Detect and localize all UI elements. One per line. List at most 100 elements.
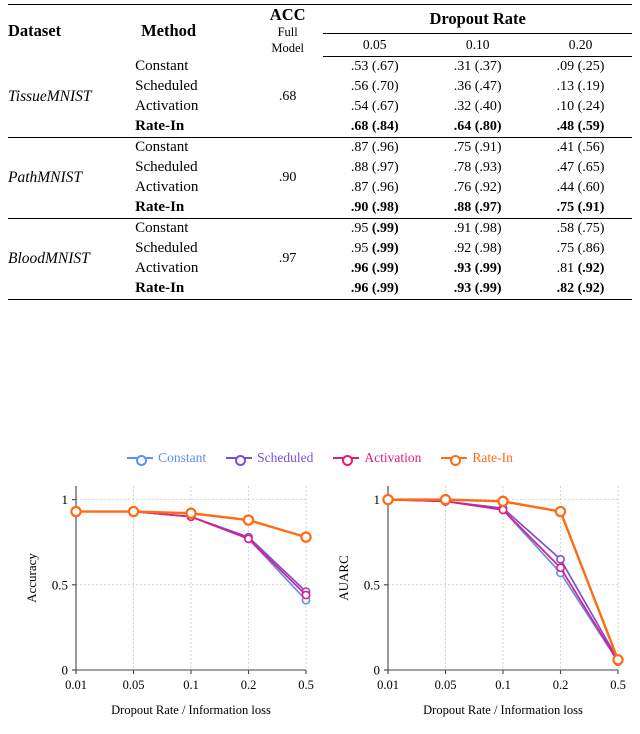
x-tick-label: 0.2 [241,678,257,692]
metric-value: .13 (.19) [556,78,605,94]
metric-value: .95 (.99) [350,220,399,236]
metric-value: .95 (.99) [350,240,399,256]
dataset-name: TissueMNIST [8,56,136,138]
x-tick-label: 0.01 [65,678,87,692]
legend-item: Rate-In [441,450,513,466]
method-name: Rate-In [135,116,253,138]
y-tick-label: 0 [62,663,69,678]
acc-full-model-value: .68 [252,56,324,138]
x-tick-label: 0.05 [123,678,145,692]
series-marker [612,654,624,666]
metric-value: .91 (.98) [453,220,502,236]
metric-value: .96 (.99) [350,260,399,276]
legend-line-icon [127,454,154,466]
method-name: Rate-In [135,197,253,219]
x-tick-label: 0.05 [435,678,457,692]
table-row: BloodMNIST Constant .97 .95 (.99) .91 (.98).… [8,218,632,300]
header-acc-main: ACC [269,5,306,24]
metric-value: .75 (.91) [453,139,502,155]
results-table: Dataset Method ACC Full Model Dropout Ra… [8,4,632,300]
x-tick-label: 0.5 [298,678,314,692]
table-row: PathMNIST Constant .90 .87 (.96) .75 (.91) .4… [8,137,632,219]
metric-value: .31 (.37) [453,58,502,74]
metric-value: .88 (.97) [350,159,399,175]
x-tick-label: 0.5 [610,678,626,692]
y-axis-label: AUARC [336,555,351,601]
metric-value: .32 (.40) [453,98,502,114]
metric-value: .41 (.56) [556,139,605,155]
x-axis-label: Dropout Rate / Information loss [111,703,271,717]
acc-full-model-value: .97 [252,218,324,300]
metric-value: .48 (.59) [529,116,632,138]
legend-marker-icon [235,454,247,466]
series-marker [556,563,565,573]
header-method: Method [135,4,253,57]
metric-value: .44 (.60) [556,179,605,195]
legend-label: Rate-In [472,450,513,465]
y-tick-label: 0 [374,663,381,678]
method-name: Scheduled [135,159,198,176]
y-tick-label: 1 [374,492,381,507]
x-tick-label: 0.1 [183,678,199,692]
header-rate-020: 0.20 [529,33,632,57]
table-body: TissueMNIST Constant .68.53 (.67) .31 (.37)… [8,56,632,300]
metric-value: .76 (.92) [453,179,502,195]
series-marker [301,590,311,600]
table-header: Dataset Method ACC Full Model Dropout Ra… [8,4,632,57]
legend-marker-icon [342,454,354,466]
dataset-name: BloodMNIST [8,218,136,300]
legend-label: Constant [158,450,207,465]
header-dropout-rate-group: Dropout Rate [323,4,632,34]
legend-item: Scheduled [226,450,313,466]
metric-value: .88 (.97) [426,197,530,219]
dataset-name: PathMNIST [8,137,136,219]
metric-value: .82 (.92) [529,278,632,300]
series-marker [439,493,452,506]
method-name: Rate-In [135,278,253,300]
x-tick-label: 0.2 [553,678,569,692]
series-marker [127,505,140,518]
metric-value: .47 (.65) [556,159,605,175]
plot-auarc-svg: 0 0.5 1 0.01 0.05 0.1 0.2 0.5 Dropout Rate / Inf… [336,486,626,717]
method-name: Scheduled [135,78,198,95]
method-name: Scheduled [135,240,198,257]
legend-marker-icon [450,454,462,466]
series-marker [498,505,508,515]
table-row: TissueMNIST Constant .68 .53 (.67) .31 (.37)… [8,56,632,138]
header-row-1: Dataset Method ACC Full Model Dropout Ra… [8,4,632,57]
plot-auarc: 0 0.5 1 0.01 0.05 0.1 0.2 0.5 Dropout Rate / Inf… [330,474,630,726]
method-name: Constant [135,58,189,74]
plot-accuracy: 0 0.5 1 0.01 0.05 0.1 0.2 0.5 Dropout Rate / Inf… [18,474,318,726]
series-marker [497,495,509,508]
legend-item: Constant [127,450,206,466]
metric-value: .78 (.93) [453,159,502,175]
legend-label: Scheduled [257,450,314,465]
legend-line-icon [226,454,253,466]
series-marker [185,507,197,519]
header-acc-sub2: Model [271,40,304,55]
method-name: Constant [135,139,189,156]
metric-value: .96 (.99) [323,278,427,300]
metric-value: .54 (.67) [350,98,399,114]
metric-value: .36 (.47) [453,78,502,94]
series-marker [244,534,253,544]
metric-value: .81 (.92) [556,260,605,276]
plot-accuracy-svg: 0 0.5 1 0.01 0.05 0.1 0.2 0.5 Dropout Rate / Inf… [24,486,314,717]
metric-value: .93 (.99) [426,278,530,300]
method-name: Activation [135,98,199,115]
x-tick-label: 0.1 [495,678,511,692]
method-name: Constant [135,220,189,237]
method-name: Activation [135,179,199,196]
figure-legend: Constant Scheduled Activation Rate-In [0,450,640,466]
metric-value: .56 (.70) [350,78,399,94]
metric-value: .75 (.86) [556,240,605,256]
y-tick-label: 0.5 [364,577,380,592]
metric-value: .64 (.80) [426,116,530,138]
series-marker [382,493,394,506]
metric-value: .09 (.25) [556,58,605,74]
series-marker [554,505,567,518]
metric-value: .53 (.67) [350,58,399,74]
x-axis-label: Dropout Rate / Information loss [423,703,583,717]
x-tick-label: 0.01 [377,678,399,692]
header-rate-005: 0.05 [323,33,427,57]
